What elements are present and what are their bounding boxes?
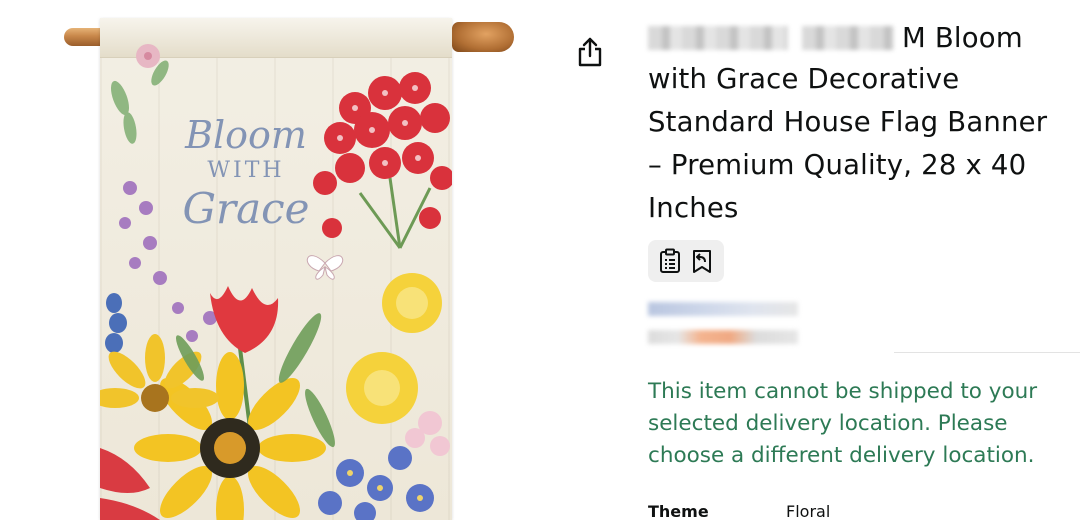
shipping-unavailable-message: This item cannot be shipped to your sele… [648,379,1038,468]
flag-cloth: Bloom WITH Grace [100,18,452,520]
title-line-2: Standard House Flag Banner [648,106,1048,138]
redacted-brand-2 [802,26,894,50]
divider [894,352,1080,353]
title-line-4: Inches [648,192,739,224]
spec-label: Theme [648,502,709,520]
product-title: M Bloom with Grace Decorative Standard H… [648,18,1068,230]
flag-pole-finial [452,22,514,52]
return-icon[interactable] [690,248,714,274]
flag-floral-art [100,44,452,520]
flag-lettering-line3: Grace [182,184,310,233]
share-icon[interactable] [576,36,604,68]
spec-row-theme: Theme Floral [648,502,1068,520]
redacted-rating-row [648,302,798,316]
flag-lettering-line2: WITH [207,158,285,183]
redacted-brand [648,26,788,50]
title-first-line: M Bloom [648,18,1068,58]
title-line-3: – Premium Quality, 28 x 40 [648,149,1027,181]
spec-value: Floral [786,502,831,520]
product-image[interactable]: Bloom WITH Grace [60,14,520,520]
flag-lettering-line1: Bloom [185,113,307,157]
clipboard-icon[interactable] [658,248,682,274]
title-line-1: with Grace Decorative [648,63,960,95]
action-icon-group [648,240,724,282]
flag-lettering: Bloom WITH Grace [156,113,336,233]
redacted-price-row [648,330,798,344]
title-line-0: M Bloom [902,21,1023,54]
